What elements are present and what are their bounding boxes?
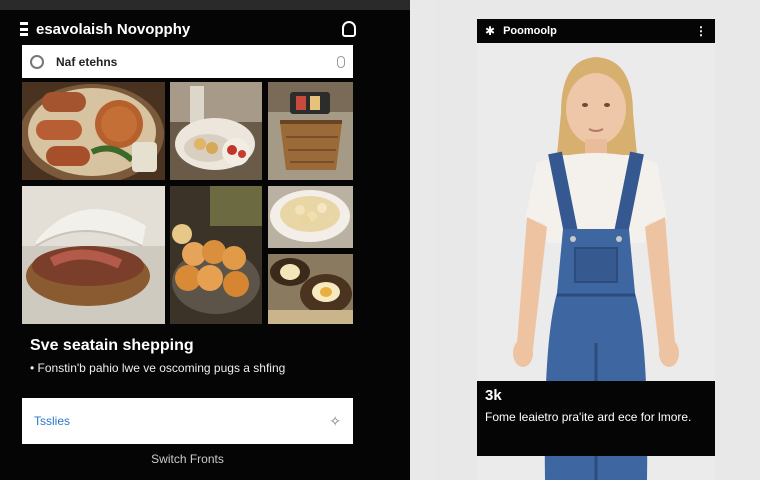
food-image-croquettes[interactable] (170, 186, 262, 324)
search-bar[interactable]: Naf etehns (22, 45, 353, 78)
food-image-pasta[interactable] (268, 186, 353, 248)
bell-icon[interactable] (342, 21, 356, 37)
footer-link[interactable]: Switch Fronts (22, 452, 353, 466)
action-card[interactable]: Tsslies ✧ (22, 398, 353, 444)
status-strip (0, 0, 410, 10)
app-header: esavolaish Novopphy (20, 18, 356, 40)
overlay-description: • Fonstin'b pahio lwe ve oscoming pugs a… (30, 361, 286, 375)
profile-header: ✱ Poomoolp ⋮ (477, 19, 715, 43)
food-image-sausages[interactable] (22, 82, 165, 180)
star-icon[interactable]: ✱ (485, 24, 495, 38)
food-image-dumplings[interactable] (170, 82, 262, 180)
left-panel: esavolaish Novopphy Naf etehns Sve seata… (0, 0, 410, 480)
radio-icon[interactable] (30, 54, 44, 69)
food-image-basket[interactable] (268, 82, 353, 180)
food-image-grid (22, 82, 353, 324)
menu-icon[interactable] (20, 22, 28, 36)
right-panel: ✱ Poomoolp ⋮ 3k Fome leaietro pra'ite ar… (436, 0, 760, 480)
profile-header-title: Poomoolp (503, 25, 557, 37)
more-icon[interactable]: ⋮ (695, 24, 707, 38)
info-card: 3k Fome leaietro pra'ite ard ece for lmo… (477, 381, 715, 456)
action-link[interactable]: Tsslies (34, 414, 329, 428)
food-image-eggs[interactable] (268, 254, 353, 324)
info-card-title: 3k (485, 387, 502, 404)
overlay-title: Sve seatain shepping (30, 337, 194, 354)
search-label: Naf etehns (56, 54, 118, 69)
sparkle-icon: ✧ (329, 412, 341, 429)
info-card-text: Fome leaietro pra'ite ard ece for lmore. (485, 410, 692, 424)
app-title: esavolaish Novopphy (36, 20, 191, 38)
food-image-pie[interactable] (22, 186, 165, 324)
microphone-icon[interactable] (337, 55, 345, 68)
